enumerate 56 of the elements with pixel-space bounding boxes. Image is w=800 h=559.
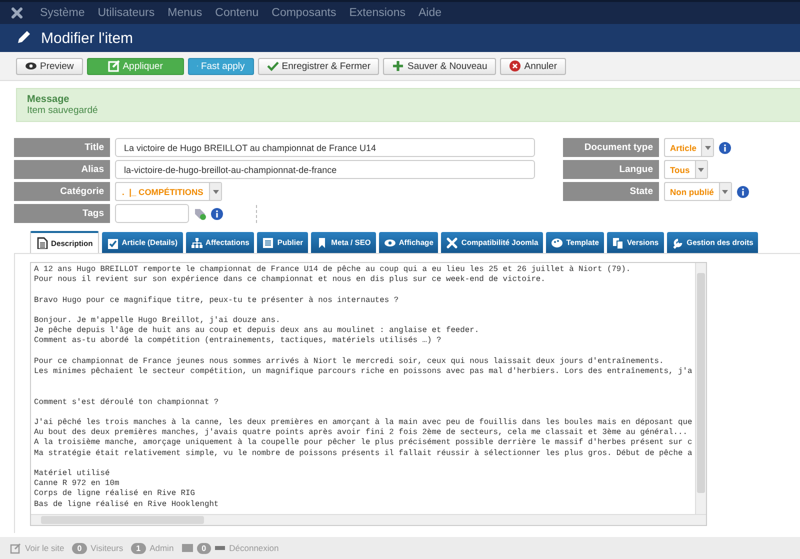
toolbar-button[interactable]: Preview xyxy=(16,58,83,74)
field-label: Catégorie xyxy=(14,182,110,201)
copy-icon xyxy=(612,236,624,248)
envelope-icon xyxy=(182,544,193,552)
document-icon xyxy=(36,237,48,249)
field-label: Langue xyxy=(563,160,659,179)
menu-item[interactable]: Utilisateurs xyxy=(98,7,155,19)
field-label: State xyxy=(563,182,659,201)
horizontal-scrollbar[interactable] xyxy=(31,514,706,525)
eye-icon xyxy=(384,236,396,248)
palette-icon xyxy=(551,236,564,248)
toolbar-button[interactable]: Appliquer xyxy=(86,58,184,74)
pencil-icon xyxy=(16,28,32,44)
count-badge: 1 xyxy=(131,542,146,554)
menu-item[interactable]: Menus xyxy=(168,7,202,19)
menu-item[interactable]: Composants xyxy=(272,7,336,19)
tags-field[interactable] xyxy=(115,204,189,223)
count-badge: 0 xyxy=(72,542,87,554)
sitemap-icon xyxy=(190,236,202,248)
info-icon xyxy=(211,208,223,220)
field-label: Alias xyxy=(14,160,110,179)
menu-item[interactable]: Contenu xyxy=(215,7,259,19)
minus-icon xyxy=(215,546,226,550)
wrench-icon xyxy=(672,236,684,248)
eye-icon xyxy=(25,60,37,72)
menu-item[interactable]: Système xyxy=(40,7,85,19)
toolbar-button[interactable]: Enregistrer & Fermer xyxy=(258,58,380,74)
external-link-icon xyxy=(10,542,21,554)
text-field[interactable]: La victoire de Hugo BREILLOT au championnat de France U14 xyxy=(115,138,535,157)
count-badge: 0 xyxy=(196,542,212,554)
text-field[interactable]: la-victoire-de-hugo-breillot-au-championnat-de-france xyxy=(115,160,535,179)
page-title: Modifier l'item xyxy=(41,30,134,46)
menu-item[interactable]: Aide xyxy=(418,7,442,19)
vertical-scrollbar[interactable] xyxy=(695,263,706,514)
plus-icon xyxy=(392,60,404,72)
logo-icon xyxy=(10,6,24,20)
cancel-icon xyxy=(509,60,522,72)
toolbar-button[interactable]: Fast apply xyxy=(188,58,254,74)
info-icon xyxy=(719,142,732,154)
check-icon xyxy=(266,60,279,72)
edit-icon xyxy=(108,60,120,72)
message-text: Item sauvegardé xyxy=(27,105,99,116)
visitors-label: Visiteurs xyxy=(90,543,124,553)
check-square-icon xyxy=(106,236,119,248)
info-icon xyxy=(736,186,749,198)
field-label: Document type xyxy=(563,138,659,157)
field-label: Title xyxy=(14,138,110,157)
tag-add-icon xyxy=(194,208,206,220)
message-title: Message xyxy=(27,94,70,105)
admin-label: Admin xyxy=(150,543,174,553)
calendar-icon xyxy=(262,236,274,248)
menu-item[interactable]: Extensions xyxy=(349,7,406,19)
toolbar-button[interactable]: Sauver & Nouveau xyxy=(383,58,496,74)
toolbar-button[interactable]: Annuler xyxy=(500,58,566,74)
field-label: Tags xyxy=(14,204,110,223)
cross-icon xyxy=(446,236,458,248)
